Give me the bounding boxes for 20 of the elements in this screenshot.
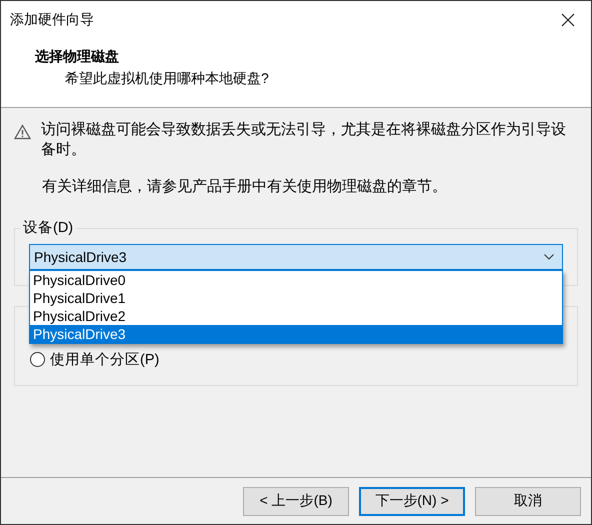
window-title: 添加硬件向导 bbox=[10, 11, 94, 29]
radio-option[interactable]: 使用单个分区(P) bbox=[30, 350, 577, 369]
warning-text: 访问裸磁盘可能会导致数据丢失或无法引导，尤其是在将裸磁盘分区作为引导设备时。 bbox=[41, 120, 567, 160]
dialog-button[interactable]: 取消 bbox=[475, 486, 581, 516]
chevron-down-icon bbox=[544, 254, 554, 260]
radio-label: 使用单个分区(P) bbox=[50, 351, 160, 369]
page-heading: 选择物理磁盘 bbox=[35, 47, 120, 66]
radio-button[interactable] bbox=[30, 352, 45, 367]
page-subtitle: 希望此虚拟机使用哪种本地硬盘? bbox=[64, 69, 270, 88]
dropdown-option[interactable]: PhysicalDrive1 bbox=[30, 289, 562, 307]
device-dropdown[interactable]: PhysicalDrive3 bbox=[29, 244, 563, 270]
info-text: 有关详细信息，请参见产品手册中有关使用物理磁盘的章节。 bbox=[42, 178, 448, 197]
warning-icon bbox=[14, 124, 31, 140]
dialog-button[interactable]: < 上一步(B) bbox=[243, 486, 349, 516]
dropdown-option[interactable]: PhysicalDrive2 bbox=[30, 307, 562, 325]
group-label: 设备(D) bbox=[20, 218, 76, 237]
close-icon bbox=[561, 13, 575, 27]
dropdown-option[interactable]: PhysicalDrive3 bbox=[30, 325, 562, 343]
dialog-button[interactable]: 下一步(N) > bbox=[359, 486, 465, 516]
dropdown-option[interactable]: PhysicalDrive0 bbox=[30, 271, 562, 289]
